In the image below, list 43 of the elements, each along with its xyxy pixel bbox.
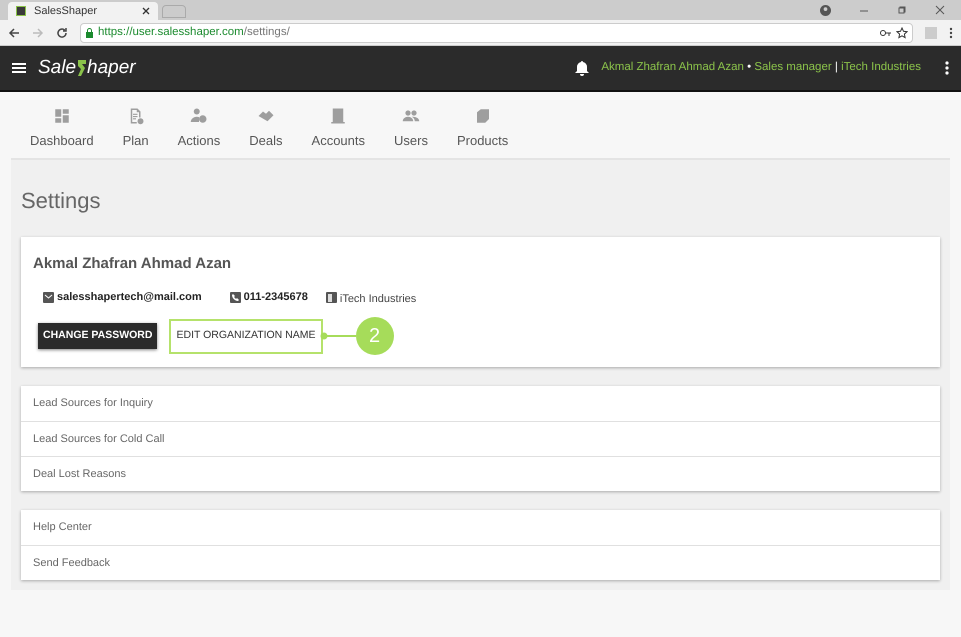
back-icon[interactable] (8, 26, 20, 38)
nav-item[interactable]: Users (384, 99, 438, 151)
menu-icon[interactable] (12, 62, 26, 74)
star-icon[interactable] (896, 26, 908, 38)
settings-item[interactable]: Lead Sources for Cold Call (21, 421, 940, 456)
restore-icon[interactable] (897, 5, 907, 15)
dashboard-icon (52, 107, 71, 126)
settings-item[interactable]: Send Feedback (21, 545, 940, 580)
phone-icon (230, 292, 241, 303)
nav-item[interactable]: Dashboard (20, 99, 104, 151)
more-icon[interactable] (945, 61, 949, 75)
tab-title: SalesShaper (34, 4, 98, 19)
settings-item[interactable]: Lead Sources for Inquiry (21, 386, 940, 421)
key-icon[interactable] (880, 28, 892, 36)
nav-item[interactable]: Products (446, 99, 518, 151)
more-icon[interactable] (949, 26, 953, 38)
lock-icon (85, 28, 94, 38)
url-text: https://user.salesshaper.com/settings/ (98, 24, 291, 40)
phone-text: 011-2345678 (244, 290, 308, 305)
settings-item[interactable]: Help Center (21, 510, 940, 545)
edit-organization-button[interactable]: EDIT ORGANIZATION NAME (169, 318, 323, 354)
bell-icon[interactable] (575, 60, 590, 76)
browser-tab[interactable]: SalesShaper (8, 2, 158, 20)
close-icon[interactable] (142, 7, 150, 15)
profile-name: Akmal Zhafran Ahmad Azan (33, 254, 232, 274)
favicon-icon (16, 6, 26, 16)
nav-item[interactable]: Plan (112, 99, 159, 151)
settings-item[interactable]: Deal Lost Reasons (21, 456, 940, 491)
callout-line (320, 332, 356, 340)
email-text: salesshapertech@mail.com (57, 290, 202, 305)
nav-item[interactable]: Deals (239, 99, 293, 151)
page-title: Settings (21, 187, 102, 215)
email-icon (43, 292, 54, 303)
change-password-button[interactable]: CHANGE PASSWORD (38, 323, 158, 349)
organization-text: iTech Industries (340, 292, 416, 306)
nav-item[interactable]: Accounts (302, 99, 376, 151)
nav-item[interactable]: Actions (168, 99, 230, 151)
profile-icon[interactable] (820, 4, 831, 16)
address-bar[interactable]: https://user.salesshaper.com/settings/ (80, 22, 913, 42)
reload-icon[interactable] (56, 26, 68, 38)
user-info[interactable]: Akmal Zhafran Ahmad Azan • Sales manager | iTech Industries (601, 59, 921, 77)
brand-logo: Sale haper (38, 56, 136, 80)
step-badge: 2 (356, 317, 394, 355)
